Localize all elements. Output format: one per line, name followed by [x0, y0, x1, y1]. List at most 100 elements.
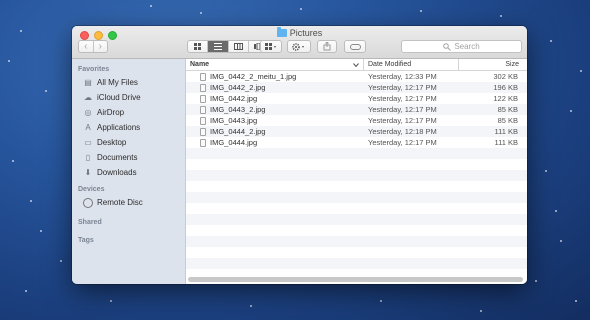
star: [555, 210, 557, 212]
downloads-icon: ⬇: [84, 168, 92, 177]
sidebar: Favorites ▤ All My Files ☁ iCloud Drive ◎ Air…: [72, 59, 186, 284]
sidebar-item[interactable]: Remote Disc: [72, 195, 185, 210]
share-icon: [323, 42, 331, 51]
file-name-cell: IMG_0443_2.jpg: [186, 104, 364, 115]
star: [300, 8, 302, 10]
date-column-header[interactable]: Date Modified: [364, 59, 459, 70]
disc-icon: [83, 197, 93, 208]
all-files-icon: ▤: [84, 78, 92, 87]
share-button[interactable]: [317, 40, 337, 53]
airdrop-icon: ◎: [84, 108, 92, 117]
star: [8, 60, 10, 62]
star: [45, 90, 47, 92]
view-mode-selector: [187, 40, 269, 53]
file-name-cell: IMG_0442_2_meitu_1.jpg: [186, 71, 364, 82]
star: [535, 280, 537, 282]
file-name: IMG_0444_2.jpg: [210, 127, 266, 136]
file-icon: [200, 138, 206, 147]
cloud-icon: ☁: [84, 93, 92, 102]
star: [570, 110, 572, 112]
file-date: Yesterday, 12:33 PM: [368, 72, 437, 81]
file-size: 111 KB: [494, 138, 519, 147]
sidebar-item[interactable]: ☁ iCloud Drive: [72, 90, 185, 105]
sidebar-item-label: Applications: [97, 123, 141, 132]
file-name: IMG_0442_2_meitu_1.jpg: [210, 72, 297, 81]
file-row[interactable]: IMG_0443_2.jpg Yesterday, 12:17 PM 85 KB: [186, 104, 527, 115]
file-name-cell: IMG_0444_2.jpg: [186, 126, 364, 137]
file-row[interactable]: IMG_0444_2.jpg Yesterday, 12:18 PM 111 KB: [186, 126, 527, 137]
name-column-label: Name: [190, 61, 210, 68]
star: [500, 15, 502, 17]
empty-row: [186, 159, 527, 170]
tags-heading: Tags: [78, 237, 94, 244]
search-placeholder: Search: [454, 42, 480, 51]
name-column-header[interactable]: Name: [186, 59, 364, 70]
back-button[interactable]: ‹: [79, 41, 93, 52]
columns-icon: [233, 43, 243, 50]
empty-row: [186, 258, 527, 269]
file-row[interactable]: IMG_0442.jpg Yesterday, 12:17 PM 122 KB: [186, 93, 527, 104]
favorites-heading: Favorites: [78, 66, 110, 73]
sidebar-item[interactable]: A Applications: [72, 120, 185, 135]
file-icon: [200, 72, 206, 81]
search-field[interactable]: Search: [401, 40, 522, 53]
date-column-label: Date Modified: [368, 61, 412, 68]
sidebar-item[interactable]: ◎ AirDrop: [72, 105, 185, 120]
star: [560, 240, 562, 242]
sort-chevron-icon: [353, 62, 359, 67]
star: [25, 290, 27, 292]
edit-tags-button[interactable]: [344, 40, 366, 53]
forward-button[interactable]: ›: [92, 41, 108, 52]
documents-icon: ▯: [85, 153, 91, 162]
icon-view-button[interactable]: [188, 41, 207, 52]
sidebar-item-label: All My Files: [97, 78, 138, 87]
star: [30, 200, 32, 202]
star: [575, 300, 577, 302]
sidebar-item[interactable]: ⬇ Downloads: [72, 165, 185, 180]
sidebar-item-label: iCloud Drive: [97, 93, 141, 102]
file-icon: [200, 116, 206, 125]
star: [12, 160, 14, 162]
sidebar-item[interactable]: ▯ Documents: [72, 150, 185, 165]
column-view-button[interactable]: [227, 41, 248, 52]
sidebar-item[interactable]: ▭ Desktop: [72, 135, 185, 150]
action-button[interactable]: [287, 40, 311, 53]
navigation-buttons: ‹ ›: [78, 40, 108, 53]
file-size: 85 KB: [497, 105, 518, 114]
devices-heading: Devices: [78, 186, 105, 193]
file-row[interactable]: IMG_0443.jpg Yesterday, 12:17 PM 85 KB: [186, 115, 527, 126]
sidebar-item[interactable]: ▤ All My Files: [72, 75, 185, 90]
file-name-cell: IMG_0444.jpg: [186, 137, 364, 148]
list-view-button[interactable]: [207, 41, 228, 52]
horizontal-scrollbar[interactable]: [188, 277, 523, 282]
star: [545, 170, 547, 172]
grid-icon: [194, 43, 202, 50]
applications-icon: A: [85, 123, 91, 132]
empty-row: [186, 192, 527, 203]
file-name: IMG_0443.jpg: [210, 116, 258, 125]
star: [20, 30, 22, 32]
gear-icon: [292, 42, 304, 51]
empty-row: [186, 236, 527, 247]
star: [200, 12, 202, 14]
sidebar-item-label: AirDrop: [97, 108, 125, 117]
file-row[interactable]: IMG_0442_2.jpg Yesterday, 12:17 PM 196 KB: [186, 82, 527, 93]
star: [150, 5, 152, 7]
file-row[interactable]: IMG_0442_2_meitu_1.jpg Yesterday, 12:33 P…: [186, 71, 527, 82]
file-date: Yesterday, 12:17 PM: [368, 83, 437, 92]
search-icon: [443, 42, 452, 51]
file-row[interactable]: IMG_0444.jpg Yesterday, 12:17 PM 111 KB: [186, 137, 527, 148]
file-name: IMG_0442.jpg: [210, 94, 258, 103]
file-name: IMG_0442_2.jpg: [210, 83, 266, 92]
size-column-header[interactable]: Size: [459, 59, 527, 70]
arrange-button[interactable]: [260, 40, 282, 53]
empty-row: [186, 203, 527, 214]
empty-row: [186, 247, 527, 258]
sidebar-item-label: Documents: [97, 153, 138, 162]
empty-row: [186, 225, 527, 236]
sidebar-item-label: Desktop: [97, 138, 127, 147]
file-size: 111 KB: [494, 127, 519, 136]
file-size: 196 KB: [493, 83, 518, 92]
size-column-label: Size: [505, 61, 519, 68]
file-date: Yesterday, 12:17 PM: [368, 138, 437, 147]
